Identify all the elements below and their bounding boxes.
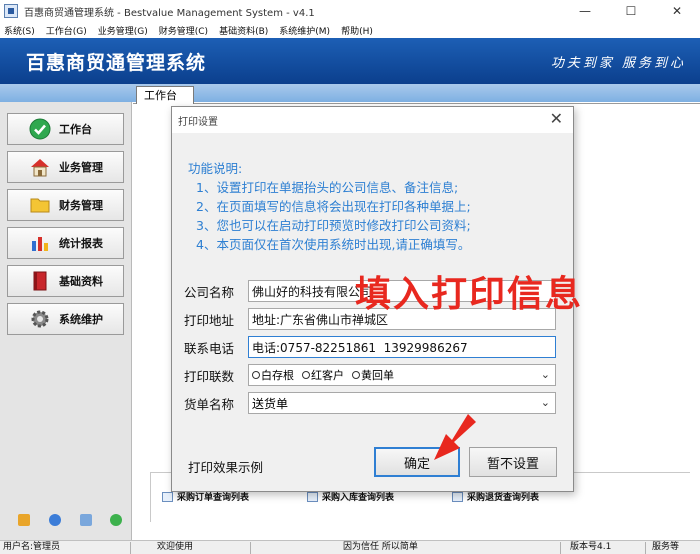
function-description: 功能说明: 1、设置打印在单据抬头的公司信息、备注信息; 2、在页面填写的信息将…: [188, 159, 568, 254]
copy-option-label: 黄回单: [361, 369, 394, 382]
nav-maintenance-button[interactable]: 系统维护: [7, 303, 124, 335]
nav-label: 系统维护: [59, 313, 103, 326]
check-circle-icon: [28, 117, 52, 141]
menu-business[interactable]: 业务管理(G): [98, 24, 148, 37]
left-nav-panel: 工作台 业务管理 财务管理 统计报表 基础资料 系统维护: [0, 102, 132, 540]
circle-icon: [252, 371, 260, 379]
copies-row: 打印联数 白存根 红客户 黄回单 ⌄: [184, 364, 556, 386]
docname-row: 货单名称 送货单 ⌄: [184, 392, 556, 414]
circle-icon: [352, 371, 360, 379]
dialog-title: 打印设置: [178, 117, 218, 128]
status-separator: [645, 542, 646, 554]
status-separator: [130, 542, 131, 554]
print-example-link[interactable]: 打印效果示例: [188, 457, 263, 476]
description-title: 功能说明:: [188, 161, 243, 176]
copy-option: 黄回单: [352, 367, 394, 383]
banner-title: 百惠商贸通管理系统: [26, 52, 207, 74]
menu-workbench[interactable]: 工作台(G): [46, 24, 87, 37]
search-icon: [452, 491, 463, 502]
docname-value: 送货单: [252, 396, 289, 411]
arrow-icon: [434, 414, 476, 460]
copy-option: 红客户: [302, 367, 344, 383]
phone-row: 联系电话: [184, 336, 556, 358]
nav-label: 业务管理: [59, 161, 103, 174]
chevron-down-icon: ⌄: [540, 396, 550, 409]
clock-icon[interactable]: [49, 514, 61, 526]
menu-help[interactable]: 帮助(H): [341, 24, 373, 37]
address-label: 打印地址: [184, 312, 235, 328]
menu-bar: 系统(S) 工作台(G) 业务管理(G) 财务管理(C) 基础资料(B) 系统维…: [0, 22, 700, 38]
book-icon: [28, 269, 52, 293]
dialog-close-button[interactable]: ✕: [550, 111, 563, 127]
phone-input[interactable]: [248, 336, 556, 358]
docname-label: 货单名称: [184, 396, 235, 412]
description-line: 4、本页面仅在首次使用系统时出现,请正确填写。: [196, 237, 471, 252]
status-separator: [560, 542, 561, 554]
nav-label: 基础资料: [59, 275, 103, 288]
nav-business-button[interactable]: 业务管理: [7, 151, 124, 183]
bar-chart-icon: [28, 231, 52, 255]
copy-option-label: 白存根: [261, 369, 294, 382]
list-icon: [307, 491, 318, 502]
banner-strip: [0, 84, 700, 102]
status-welcome: 欢迎使用: [157, 542, 194, 552]
maximize-button[interactable]: ☐: [608, 0, 654, 22]
description-line: 1、设置打印在单据抬头的公司信息、备注信息;: [196, 180, 459, 195]
status-bar: 用户名:管理员 欢迎使用 因为信任 所以简单 版本号4.1 服务等: [0, 540, 700, 554]
copy-option-label: 红客户: [311, 369, 344, 382]
nav-label: 财务管理: [59, 199, 103, 212]
copies-label: 打印联数: [184, 368, 235, 384]
description-line: 3、您也可以在启动打印预览时修改打印公司资料;: [196, 218, 471, 233]
calculator-icon[interactable]: [80, 514, 92, 526]
menu-finance[interactable]: 财务管理(C): [159, 24, 208, 37]
lock-icon[interactable]: [18, 514, 30, 526]
close-window-button[interactable]: ✕: [654, 0, 700, 22]
list-icon: [162, 491, 173, 502]
copy-option: 白存根: [252, 367, 294, 383]
annotation-text: 填入打印信息: [355, 274, 584, 315]
gear-icon: [28, 307, 52, 331]
status-version: 版本号4.1: [570, 542, 612, 552]
status-user: 用户名:管理员: [3, 542, 61, 552]
minimize-button[interactable]: —: [562, 0, 608, 22]
nav-label: 工作台: [59, 123, 92, 136]
window-title: 百惠商贸通管理系统 - Bestvalue Management System …: [24, 7, 315, 19]
app-banner: 百惠商贸通管理系统 功夫到家 服务到心: [0, 38, 700, 84]
house-icon: [28, 155, 52, 179]
description-line: 2、在页面填写的信息将会出现在打印各种单据上;: [196, 199, 471, 214]
tab-divider: [133, 103, 700, 104]
nav-label: 统计报表: [59, 237, 103, 250]
app-icon: [4, 4, 18, 18]
chevron-down-icon: ⌄: [540, 368, 550, 381]
menu-system[interactable]: 系统(S): [4, 24, 35, 37]
menu-maintenance[interactable]: 系统维护(M): [279, 24, 330, 37]
nav-reports-button[interactable]: 统计报表: [7, 227, 124, 259]
company-label: 公司名称: [184, 284, 235, 300]
folder-icon: [28, 193, 52, 217]
tab-workbench[interactable]: 工作台: [136, 86, 194, 104]
docname-select[interactable]: 送货单 ⌄: [248, 392, 556, 414]
banner-slogan: 功夫到家 服务到心: [550, 56, 686, 71]
window-titlebar: 百惠商贸通管理系统 - Bestvalue Management System …: [0, 0, 700, 22]
nav-basic-data-button[interactable]: 基础资料: [7, 265, 124, 297]
panel-border: [150, 472, 151, 522]
circle-icon: [302, 371, 310, 379]
skip-setup-button[interactable]: 暂不设置: [469, 447, 557, 477]
status-motto: 因为信任 所以简单: [343, 542, 418, 552]
phone-label: 联系电话: [184, 340, 235, 356]
copies-select[interactable]: 白存根 红客户 黄回单 ⌄: [248, 364, 556, 386]
exit-icon[interactable]: [110, 514, 122, 526]
nav-quick-icons: [0, 510, 132, 534]
nav-workbench-button[interactable]: 工作台: [7, 113, 124, 145]
status-separator: [250, 542, 251, 554]
status-service: 服务等: [652, 542, 680, 552]
dialog-titlebar: 打印设置 ✕: [172, 107, 573, 133]
nav-finance-button[interactable]: 财务管理: [7, 189, 124, 221]
menu-basic-data[interactable]: 基础资料(B): [219, 24, 268, 37]
